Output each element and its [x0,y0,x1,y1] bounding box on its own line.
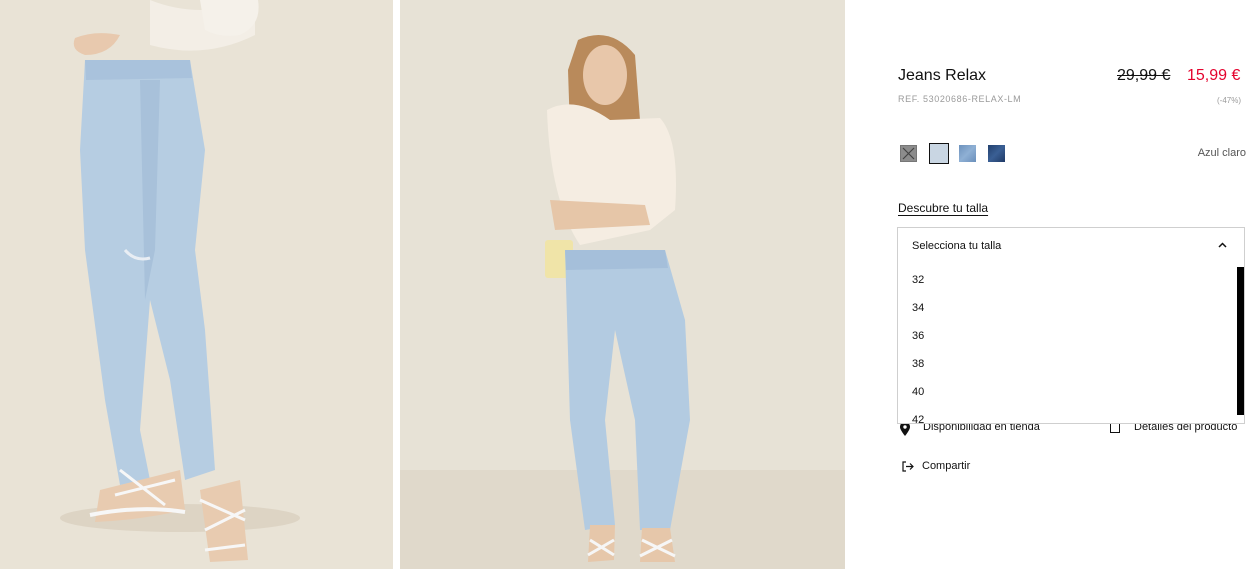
photo-model-illustration [400,0,845,569]
unavailable-cross-icon [902,147,915,160]
discount-badge: (-47%) [1217,96,1242,105]
chevron-up-icon [1218,242,1227,248]
location-pin-icon [900,422,910,436]
product-photo-detail[interactable] [0,0,393,569]
size-dropdown-header[interactable]: Selecciona tu talla [898,228,1244,265]
size-option-32[interactable]: 32 [912,274,924,286]
size-option-38[interactable]: 38 [912,358,924,370]
size-dropdown[interactable]: Selecciona tu talla 32 34 36 38 40 42 [897,227,1245,424]
size-dropdown-label: Selecciona tu talla [912,240,1002,252]
size-option-34[interactable]: 34 [912,302,924,314]
size-guide-link[interactable]: Descubre tu talla [898,201,988,215]
original-price: 29,99 € [1117,67,1171,84]
size-option-42[interactable]: 42 [912,414,924,423]
color-swatch-light-blue[interactable] [929,143,949,164]
color-swatch-unavailable[interactable] [900,145,917,162]
selected-color-name: Azul claro [1197,147,1246,159]
color-swatch-dark-blue[interactable] [988,145,1005,162]
size-dropdown-scrollbar[interactable] [1237,267,1244,415]
details-square-icon [1110,423,1120,433]
photo-detail-illustration [0,0,393,569]
share-arrow-icon [902,461,914,472]
sale-price: 15,99 € [1187,67,1241,84]
product-title: Jeans Relax [898,67,987,84]
product-reference: REF. 53020686-RELAX-LM [898,94,1022,104]
color-swatch-medium-blue[interactable] [959,145,976,162]
size-option-36[interactable]: 36 [912,330,924,342]
share-label: Compartir [922,460,971,472]
size-option-40[interactable]: 40 [912,386,924,398]
product-photo-model[interactable] [400,0,845,569]
